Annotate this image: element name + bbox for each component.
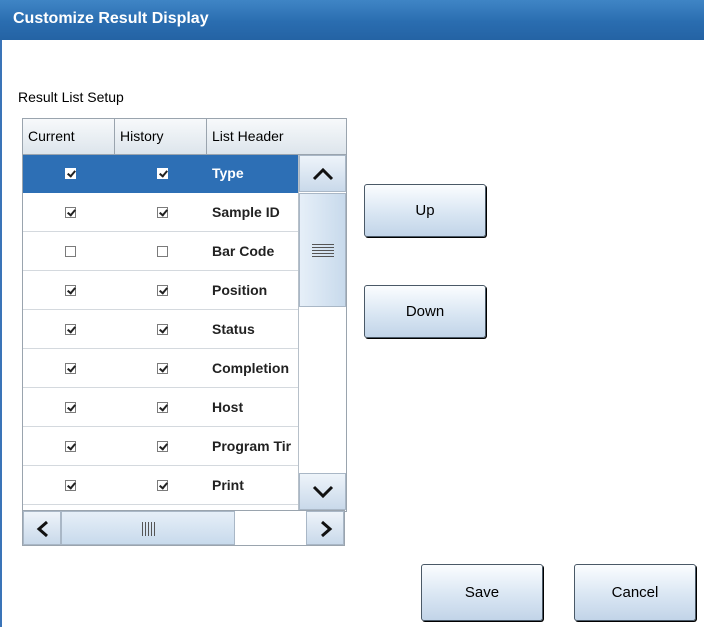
current-checkbox[interactable]	[65, 480, 76, 491]
grid-header: Current History List Header	[23, 119, 346, 155]
scroll-down-button[interactable]	[299, 473, 346, 510]
horizontal-scrollbar[interactable]	[22, 510, 345, 546]
history-checkbox[interactable]	[157, 246, 168, 257]
list-header-cell: Bar Code	[212, 243, 275, 259]
grid-rows: Type Sample ID Bar Code Position Status Compl…	[23, 155, 298, 510]
list-header-cell: Status	[212, 321, 255, 337]
scroll-left-button[interactable]	[23, 511, 61, 545]
history-checkbox[interactable]	[157, 480, 168, 491]
table-row[interactable]: Completion	[23, 350, 298, 388]
column-header-current[interactable]: Current	[23, 119, 115, 154]
table-row[interactable]: Print	[23, 467, 298, 505]
list-header-cell: Position	[212, 282, 268, 298]
current-checkbox[interactable]	[65, 207, 76, 218]
vertical-scroll-thumb[interactable]	[299, 193, 346, 307]
history-checkbox[interactable]	[157, 285, 168, 296]
scroll-up-button[interactable]	[299, 155, 346, 192]
title-bar: Customize Result Display	[0, 0, 704, 40]
history-checkbox[interactable]	[157, 441, 168, 452]
table-row[interactable]: Position	[23, 272, 298, 310]
current-checkbox[interactable]	[65, 402, 76, 413]
current-checkbox[interactable]	[65, 246, 76, 257]
up-button[interactable]: Up	[364, 184, 486, 237]
chevron-left-icon	[36, 520, 48, 538]
section-label: Result List Setup	[18, 89, 124, 105]
table-row[interactable]: Bar Code	[23, 233, 298, 271]
list-header-cell: Print	[212, 477, 244, 493]
scroll-right-button[interactable]	[306, 511, 344, 545]
list-header-cell: Program Tir	[212, 438, 292, 454]
cancel-button[interactable]: Cancel	[574, 564, 696, 621]
table-row[interactable]: Sample ID	[23, 194, 298, 232]
current-checkbox[interactable]	[65, 363, 76, 374]
window-border	[0, 40, 2, 627]
list-header-cell: Sample ID	[212, 204, 280, 220]
table-row[interactable]: Type	[23, 155, 298, 193]
list-header-cell: Host	[212, 399, 244, 415]
history-checkbox[interactable]	[157, 402, 168, 413]
table-row[interactable]: Host	[23, 389, 298, 427]
list-header-cell: Type	[212, 165, 244, 181]
chevron-down-icon	[312, 485, 334, 499]
column-header-list-header[interactable]: List Header	[207, 119, 346, 154]
history-checkbox[interactable]	[157, 363, 168, 374]
current-checkbox[interactable]	[65, 285, 76, 296]
result-list-grid: Current History List Header Type Sample I…	[22, 118, 347, 512]
column-header-history[interactable]: History	[115, 119, 207, 154]
down-button[interactable]: Down	[364, 285, 486, 338]
vertical-scrollbar[interactable]	[298, 155, 346, 510]
window-title: Customize Result Display	[13, 10, 209, 27]
list-header-cell: Completion	[212, 360, 289, 376]
current-checkbox[interactable]	[65, 441, 76, 452]
history-checkbox[interactable]	[157, 324, 168, 335]
history-checkbox[interactable]	[157, 168, 168, 179]
history-checkbox[interactable]	[157, 207, 168, 218]
table-row[interactable]: Program Tir	[23, 428, 298, 466]
save-button[interactable]: Save	[421, 564, 543, 621]
chevron-right-icon	[321, 520, 333, 538]
current-checkbox[interactable]	[65, 168, 76, 179]
horizontal-scroll-thumb[interactable]	[61, 511, 235, 545]
table-row[interactable]: Status	[23, 311, 298, 349]
current-checkbox[interactable]	[65, 324, 76, 335]
chevron-up-icon	[312, 167, 334, 181]
